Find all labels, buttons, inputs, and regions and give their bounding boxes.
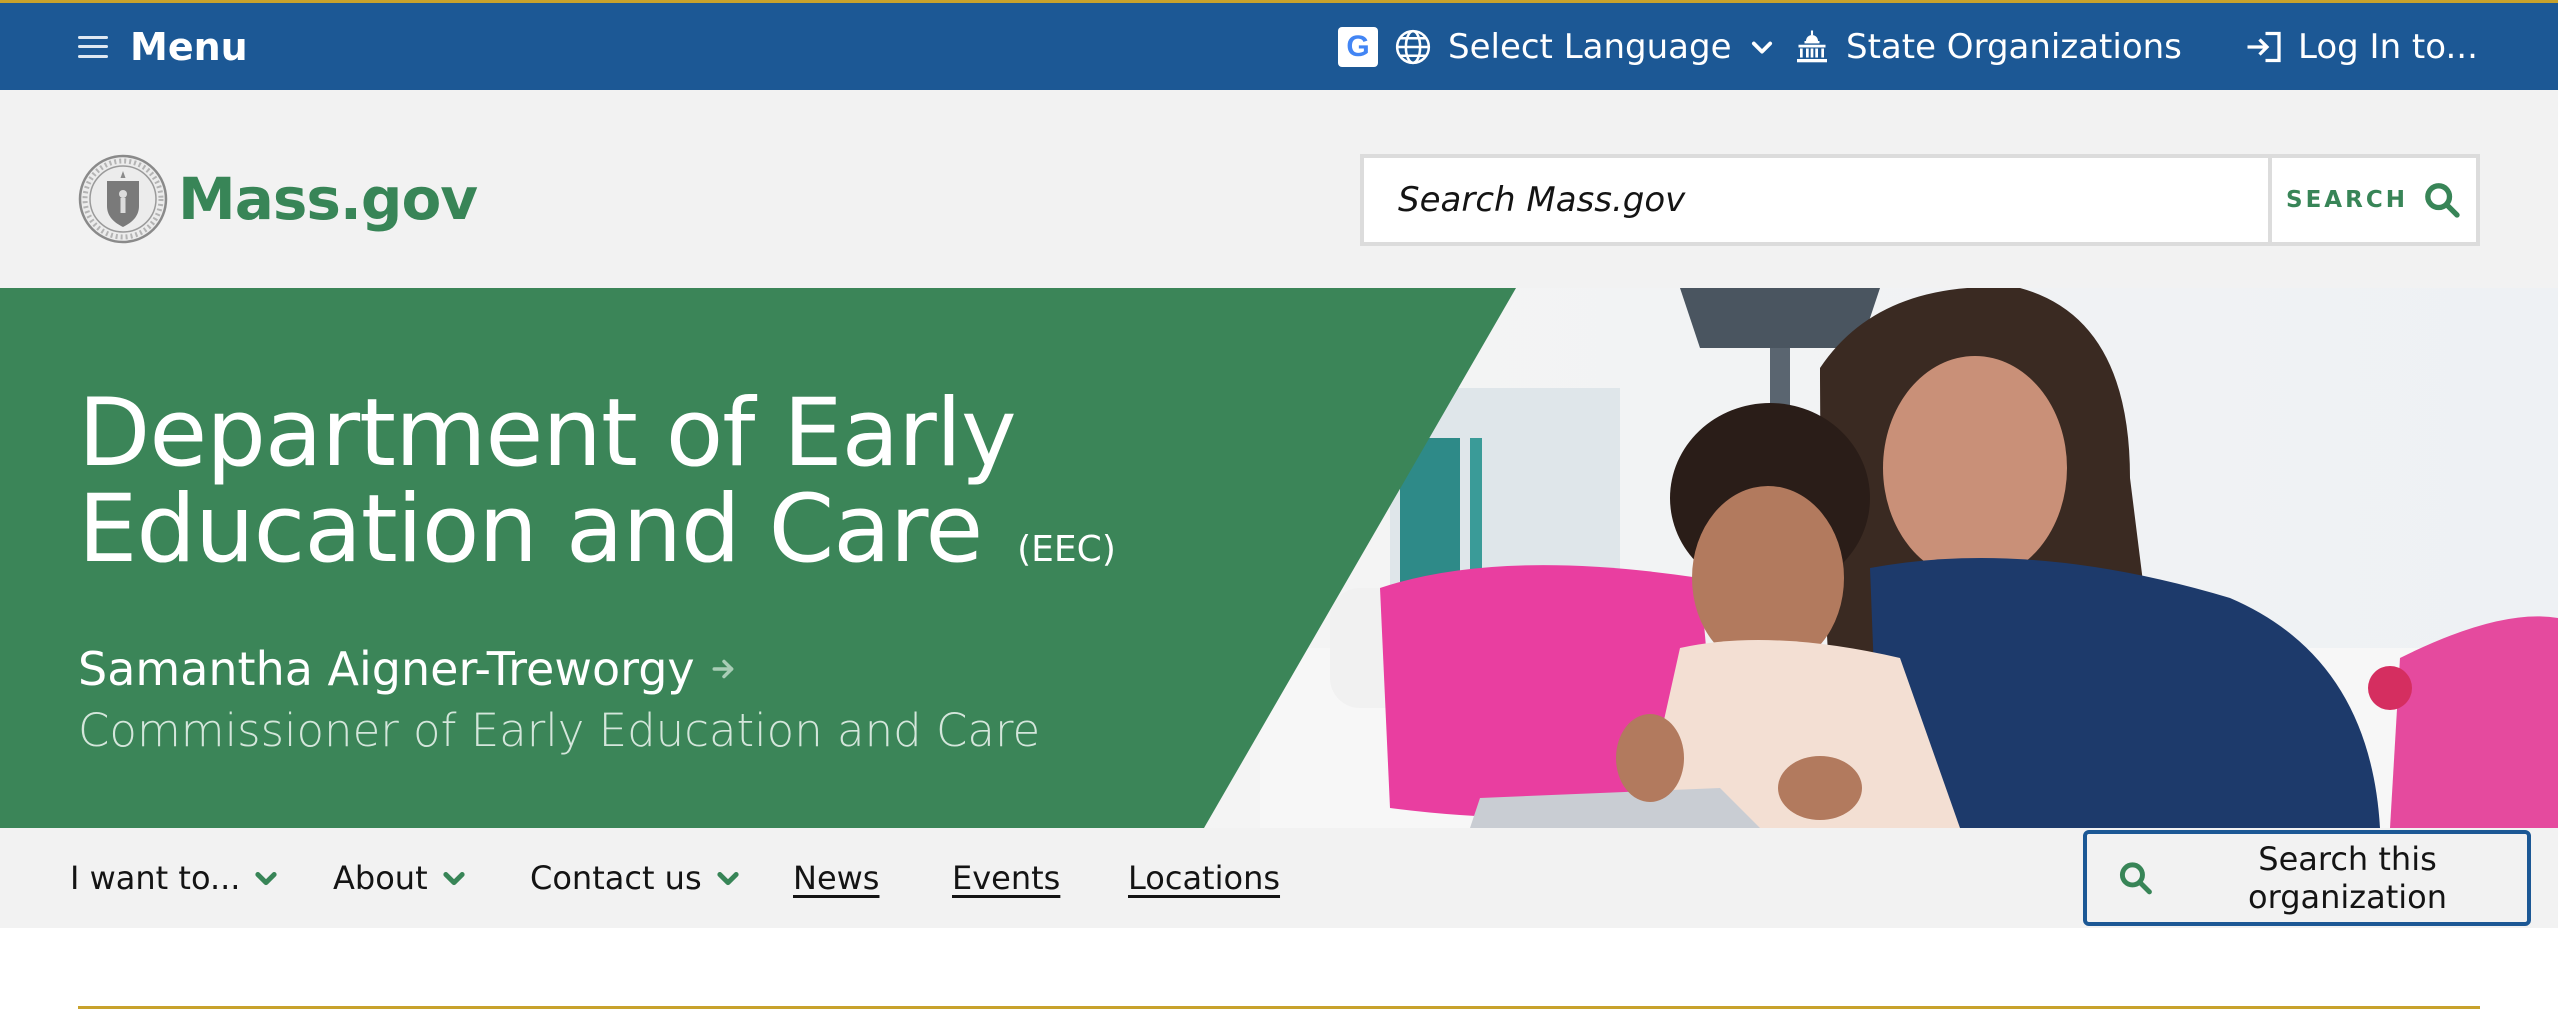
commissioner-title: Commissioner of Early Education and Care bbox=[78, 704, 1041, 757]
nav-events[interactable]: Events bbox=[952, 828, 1060, 928]
page-title: Department of Early Education and Care (… bbox=[78, 386, 1116, 598]
google-translate-icon: G bbox=[1338, 26, 1378, 67]
nav-item-label: I want to... bbox=[70, 859, 241, 897]
organization-hero: Department of Early Education and Care (… bbox=[0, 288, 2558, 828]
globe-icon bbox=[1395, 29, 1431, 64]
nav-news[interactable]: News bbox=[793, 828, 879, 928]
commissioner-name: Samantha Aigner-Treworgy bbox=[78, 642, 695, 696]
state-organizations-label: State Organizations bbox=[1846, 26, 2182, 67]
capitol-building-icon bbox=[1797, 30, 1827, 62]
arrow-right-icon bbox=[712, 659, 733, 679]
state-organizations-button[interactable]: State Organizations bbox=[1794, 3, 2182, 90]
site-search-input[interactable] bbox=[1364, 158, 2268, 242]
chevron-down-icon bbox=[1751, 41, 1772, 54]
nav-item-label: Contact us bbox=[530, 859, 702, 897]
search-icon bbox=[2425, 183, 2460, 218]
commissioner-link[interactable]: Samantha Aigner-Treworgy bbox=[78, 642, 1116, 696]
logo-wordmark: Mass.gov bbox=[178, 165, 478, 233]
log-in-label: Log In to... bbox=[2298, 26, 2478, 67]
select-language-label: Select Language bbox=[1448, 26, 1732, 67]
site-search-form: SEARCH bbox=[1360, 154, 2480, 246]
menu-label: Menu bbox=[130, 24, 248, 69]
nav-contact-us[interactable]: Contact us bbox=[530, 828, 742, 928]
nav-about[interactable]: About bbox=[333, 828, 468, 928]
organization-navigation: I want to... About Contact us News Event… bbox=[0, 828, 2558, 928]
page-title-line-1: Department of Early bbox=[78, 379, 1017, 488]
nav-item-label: About bbox=[333, 859, 428, 897]
search-this-organization-button[interactable]: Search this organization bbox=[2083, 830, 2531, 926]
chevron-down-icon bbox=[255, 872, 278, 886]
search-button-label: SEARCH bbox=[2286, 187, 2408, 213]
page-title-line-2: Education and Care bbox=[78, 475, 983, 584]
mass-gov-logo-link[interactable]: Mass.gov bbox=[78, 154, 478, 244]
hero-text: Department of Early Education and Care (… bbox=[78, 386, 1116, 758]
organization-abbreviation: (EEC) bbox=[1017, 529, 1116, 570]
login-icon bbox=[2247, 31, 2281, 62]
chevron-down-icon bbox=[442, 872, 465, 886]
site-header: Mass.gov SEARCH bbox=[0, 90, 2558, 288]
search-this-organization-label: Search this organization bbox=[2248, 840, 2447, 916]
section-divider bbox=[78, 1006, 2480, 1009]
search-icon bbox=[2119, 862, 2152, 895]
nav-locations[interactable]: Locations bbox=[1128, 828, 1280, 928]
utility-bar: Menu G Select Language State Organizatio… bbox=[0, 0, 2558, 90]
select-language-button[interactable]: G Select Language bbox=[1338, 3, 1776, 90]
menu-button[interactable]: Menu bbox=[78, 3, 248, 90]
log-in-button[interactable]: Log In to... bbox=[2244, 3, 2478, 90]
hamburger-icon bbox=[78, 35, 108, 58]
chevron-down-icon bbox=[717, 872, 739, 886]
site-search-button[interactable]: SEARCH bbox=[2268, 158, 2476, 242]
nav-i-want-to[interactable]: I want to... bbox=[70, 828, 280, 928]
massachusetts-seal-icon bbox=[78, 154, 168, 244]
